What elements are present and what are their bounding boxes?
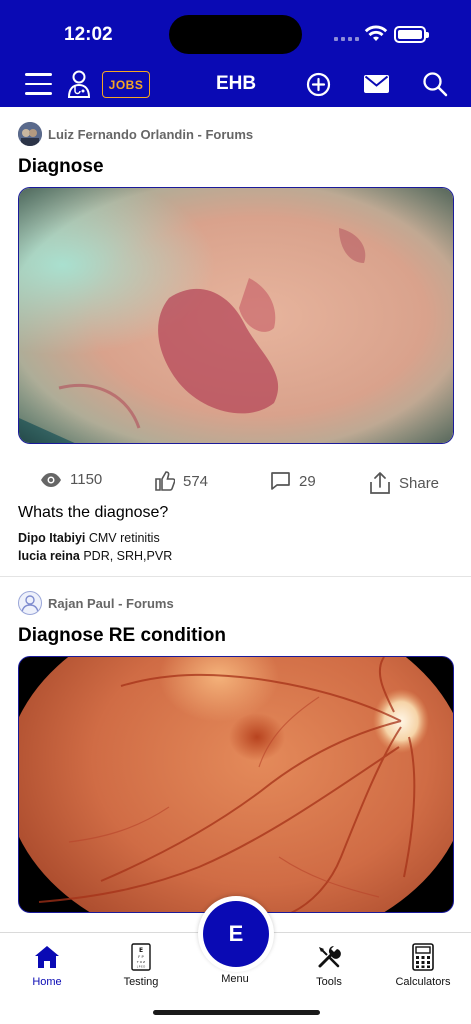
add-circle-icon[interactable] xyxy=(306,72,331,97)
eye-icon xyxy=(41,472,61,487)
avatar[interactable] xyxy=(18,591,42,615)
views-stat: 1150 xyxy=(40,471,102,488)
calculator-icon xyxy=(412,943,434,971)
comment-preview[interactable]: lucia reina PDR, SRH,PVR xyxy=(18,549,172,563)
nav-menu[interactable]: Menu xyxy=(188,973,282,985)
nav-tools-label: Tools xyxy=(316,976,342,988)
svg-text:E: E xyxy=(139,947,143,954)
comment-text: CMV retinitis xyxy=(88,531,160,545)
share-label: Share xyxy=(399,474,440,492)
doctor-icon[interactable] xyxy=(67,69,91,99)
wifi-icon xyxy=(364,25,388,41)
nav-calculators-label: Calculators xyxy=(395,976,451,988)
menu-icon[interactable] xyxy=(25,73,52,95)
top-bar: 12:02 JOBS EHB xyxy=(0,0,471,107)
home-icon xyxy=(35,946,59,968)
nav-calculators[interactable]: Calculators xyxy=(376,943,470,988)
comment-text: PDR, SRH,PVR xyxy=(83,549,173,563)
views-count: 1150 xyxy=(70,471,103,488)
comment-preview[interactable]: Dipo Itabiyi CMV retinitis xyxy=(18,531,160,545)
post-image[interactable] xyxy=(18,656,454,913)
nav-home[interactable]: Home xyxy=(0,943,94,988)
like-button[interactable]: 574 xyxy=(155,471,208,491)
nav-testing-label: Testing xyxy=(123,976,159,988)
comment-author: lucia reina xyxy=(18,549,80,563)
share-icon xyxy=(370,472,390,494)
cellular-signal-icon xyxy=(334,37,359,41)
svg-text:L P E D: L P E D xyxy=(137,966,146,969)
share-button[interactable]: Share xyxy=(369,471,439,495)
dynamic-island xyxy=(169,15,302,54)
post-title[interactable]: Diagnose xyxy=(18,156,104,178)
post-author-row[interactable]: Rajan Paul - Forums xyxy=(18,591,174,615)
divider xyxy=(0,576,471,577)
nav-home-label: Home xyxy=(32,976,62,988)
menu-fab-button[interactable]: E xyxy=(203,901,269,967)
search-icon[interactable] xyxy=(422,71,448,97)
eye-chart-icon: EF PT O Z L P E D xyxy=(131,943,151,971)
comment-author: Dipo Itabiyi xyxy=(18,531,86,545)
battery-icon xyxy=(394,26,429,43)
svg-text:T O Z: T O Z xyxy=(136,960,145,964)
nav-testing[interactable]: EF PT O Z L P E D Testing xyxy=(94,943,188,988)
post-stats: 1150 574 29 Share xyxy=(0,468,471,496)
post-title[interactable]: Diagnose RE condition xyxy=(18,625,226,647)
nav-tools[interactable]: Tools xyxy=(282,943,376,988)
comments-count: 29 xyxy=(299,472,316,490)
app-title: EHB xyxy=(215,73,257,94)
nav-menu-label: Menu xyxy=(221,973,249,985)
status-time: 12:02 xyxy=(64,24,113,45)
jobs-button[interactable]: JOBS xyxy=(102,71,150,98)
post-author: Luiz Fernando Orlandin - Forums xyxy=(48,126,254,142)
thumbs-up-icon xyxy=(155,471,175,491)
avatar[interactable] xyxy=(18,122,42,146)
post-author: Rajan Paul - Forums xyxy=(48,595,174,611)
likes-count: 574 xyxy=(183,472,209,490)
svg-text:F P: F P xyxy=(138,955,144,959)
comments-button[interactable]: 29 xyxy=(270,471,316,491)
tools-icon xyxy=(318,946,341,968)
post-author-row[interactable]: Luiz Fernando Orlandin - Forums xyxy=(18,122,253,146)
post-body: Whats the diagnose? xyxy=(18,504,169,521)
post-image[interactable] xyxy=(18,187,454,444)
comment-icon xyxy=(271,472,290,490)
home-indicator xyxy=(153,1010,320,1015)
mail-icon[interactable] xyxy=(364,75,389,93)
